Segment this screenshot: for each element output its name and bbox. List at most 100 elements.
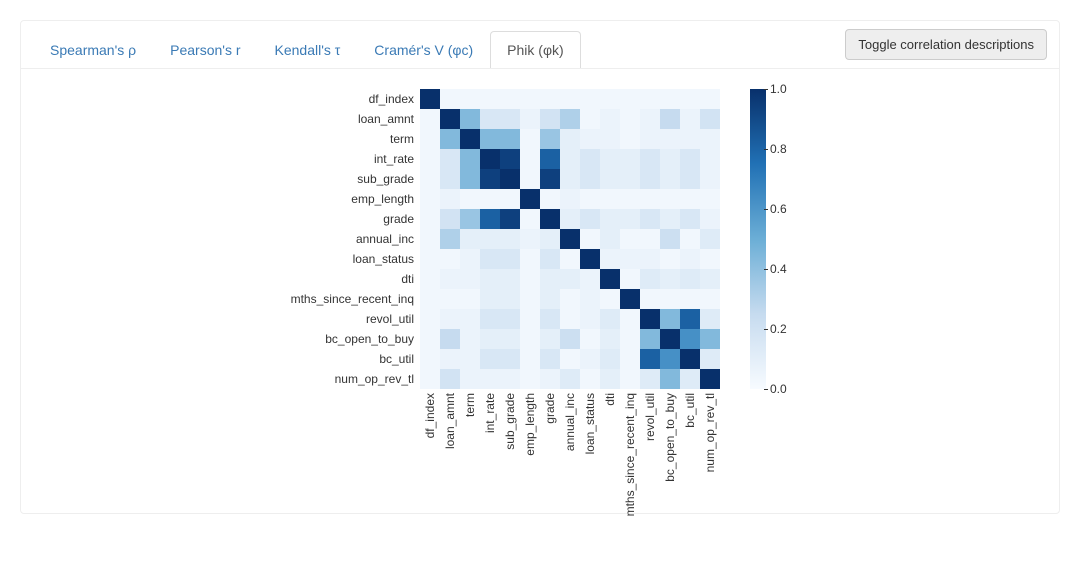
heatmap-cell	[420, 309, 440, 329]
x-axis-label: dti	[600, 393, 620, 483]
heatmap-cell	[620, 289, 640, 309]
heatmap-cell	[660, 229, 680, 249]
heatmap-cell	[580, 209, 600, 229]
heatmap-cell	[600, 109, 620, 129]
heatmap-cell	[540, 349, 560, 369]
heatmap-cell	[580, 309, 600, 329]
heatmap-cell	[460, 209, 480, 229]
heatmap-cell	[700, 329, 720, 349]
heatmap-cell	[700, 129, 720, 149]
heatmap-cell	[500, 249, 520, 269]
heatmap-cell	[700, 269, 720, 289]
heatmap-cell	[480, 89, 500, 109]
heatmap-cell	[640, 289, 660, 309]
y-axis-label: mths_since_recent_inq	[270, 289, 420, 309]
heatmap-cell	[580, 189, 600, 209]
heatmap-cell	[440, 369, 460, 389]
heatmap-cell	[620, 349, 640, 369]
heatmap-cell	[440, 289, 460, 309]
heatmap-cell	[620, 309, 640, 329]
heatmap-cell	[560, 209, 580, 229]
heatmap-cell	[700, 149, 720, 169]
heatmap-cell	[700, 369, 720, 389]
x-axis-label: int_rate	[480, 393, 500, 483]
heatmap-cell	[520, 289, 540, 309]
heatmap-cell	[700, 349, 720, 369]
heatmap-cell	[540, 89, 560, 109]
colorbar-tick: 0.2	[770, 322, 787, 336]
x-axis-label: num_op_rev_tl	[700, 393, 720, 483]
x-axis-label: sub_grade	[500, 393, 520, 483]
heatmap-cell	[500, 169, 520, 189]
heatmap-cell	[560, 289, 580, 309]
heatmap-cell	[560, 149, 580, 169]
heatmap-cell	[480, 269, 500, 289]
heatmap-cell	[540, 229, 560, 249]
heatmap-cell	[500, 289, 520, 309]
correlation-tabs: Spearman's ρPearson's rKendall's τCramér…	[33, 31, 581, 67]
heatmap-cell	[540, 149, 560, 169]
heatmap-cell	[640, 349, 660, 369]
heatmap-cell	[580, 329, 600, 349]
heatmap-cell	[500, 349, 520, 369]
heatmap-cell	[500, 369, 520, 389]
heatmap-cell	[680, 109, 700, 129]
heatmap-cell	[520, 229, 540, 249]
heatmap-cell	[480, 349, 500, 369]
heatmap-cell	[540, 269, 560, 289]
heatmap-cell	[660, 169, 680, 189]
heatmap-cell	[480, 149, 500, 169]
y-axis-label: num_op_rev_tl	[270, 369, 420, 389]
heatmap-cell	[440, 189, 460, 209]
heatmap-cell	[520, 129, 540, 149]
heatmap-cell	[680, 269, 700, 289]
heatmap-cell	[600, 349, 620, 369]
heatmap-cell	[700, 169, 720, 189]
heatmap-cell	[540, 189, 560, 209]
heatmap-cell	[460, 269, 480, 289]
heatmap-cell	[660, 189, 680, 209]
colorbar-tick: 0.0	[770, 382, 787, 396]
heatmap-cell	[640, 249, 660, 269]
heatmap-cell	[580, 169, 600, 189]
heatmap-cell	[600, 209, 620, 229]
x-axis-label: loan_status	[580, 393, 600, 483]
heatmap-cell	[660, 349, 680, 369]
heatmap-cell	[540, 249, 560, 269]
heatmap-cell	[660, 149, 680, 169]
heatmap-cell	[700, 289, 720, 309]
heatmap-cell	[620, 209, 640, 229]
heatmap-cell	[540, 109, 560, 129]
heatmap-cell	[640, 329, 660, 349]
tab-1[interactable]: Pearson's r	[153, 31, 257, 68]
x-axis-label: term	[460, 393, 480, 483]
heatmap-cell	[620, 149, 640, 169]
x-axis-label: bc_open_to_buy	[660, 393, 680, 483]
heatmap-cell	[600, 189, 620, 209]
heatmap-cell	[620, 109, 640, 129]
heatmap-cell	[560, 249, 580, 269]
heatmap-cell	[520, 329, 540, 349]
heatmap-cell	[660, 89, 680, 109]
heatmap-cell	[580, 269, 600, 289]
topbar: Spearman's ρPearson's rKendall's τCramér…	[21, 21, 1059, 69]
tab-3[interactable]: Cramér's V (φc)	[357, 31, 490, 68]
toggle-descriptions-button[interactable]: Toggle correlation descriptions	[845, 29, 1047, 60]
heatmap-cell	[420, 229, 440, 249]
heatmap-cell	[520, 189, 540, 209]
tab-2[interactable]: Kendall's τ	[258, 31, 358, 68]
heatmap-cell	[540, 169, 560, 189]
tab-4[interactable]: Phik (φk)	[490, 31, 581, 68]
x-axis-label: mths_since_recent_inq	[620, 393, 640, 483]
colorbar-tick: 0.4	[770, 262, 787, 276]
tab-0[interactable]: Spearman's ρ	[33, 31, 153, 68]
heatmap-cell	[480, 209, 500, 229]
heatmap-cell	[640, 169, 660, 189]
heatmap-cell	[640, 129, 660, 149]
heatmap-cell	[560, 269, 580, 289]
heatmap-cell	[500, 189, 520, 209]
y-axis-label: emp_length	[270, 189, 420, 209]
x-axis-label: loan_amnt	[440, 393, 460, 483]
heatmap-cell	[500, 89, 520, 109]
heatmap-cell	[480, 369, 500, 389]
